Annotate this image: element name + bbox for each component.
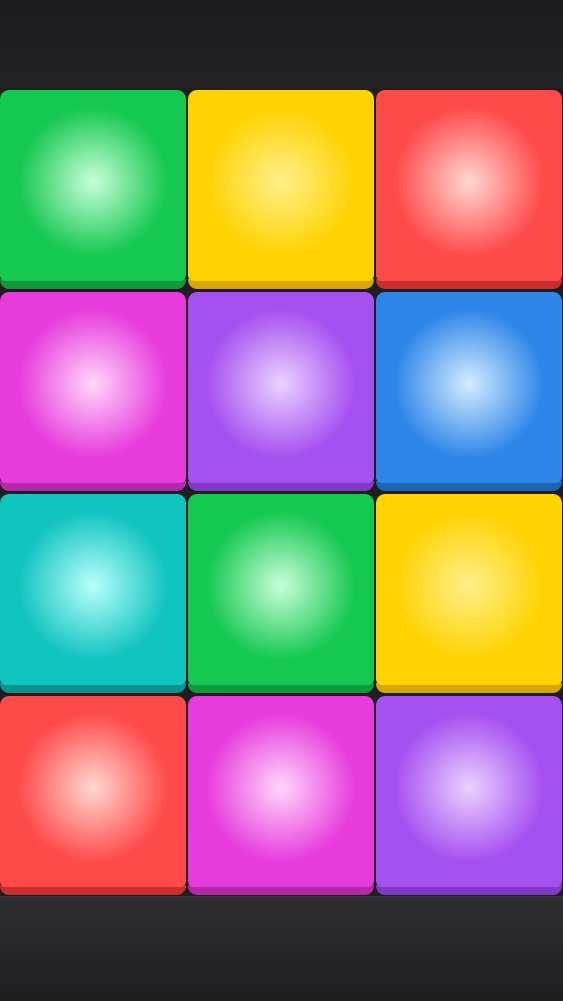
pad-purple[interactable]	[376, 696, 562, 895]
pad-purple[interactable]	[188, 292, 374, 491]
pad-face	[0, 90, 186, 281]
pad-face	[0, 696, 186, 887]
pad-blue[interactable]	[376, 292, 562, 491]
pad-face	[188, 494, 374, 685]
pad-red[interactable]	[376, 90, 562, 289]
pad-yellow[interactable]	[188, 90, 374, 289]
pad-cyan[interactable]	[0, 494, 186, 693]
pad-face	[376, 494, 562, 685]
pad-face	[0, 292, 186, 483]
pad-face	[188, 696, 374, 887]
pad-magenta[interactable]	[0, 292, 186, 491]
pad-green[interactable]	[188, 494, 374, 693]
pad-face	[376, 696, 562, 887]
pad-face	[188, 292, 374, 483]
bottom-bar	[0, 896, 563, 1001]
top-bar	[0, 0, 563, 88]
pad-red[interactable]	[0, 696, 186, 895]
pad-grid	[0, 90, 563, 895]
pad-yellow[interactable]	[376, 494, 562, 693]
pad-face	[376, 90, 562, 281]
pad-face	[0, 494, 186, 685]
pad-magenta[interactable]	[188, 696, 374, 895]
pad-face	[188, 90, 374, 281]
pad-green[interactable]	[0, 90, 186, 289]
pad-face	[376, 292, 562, 483]
